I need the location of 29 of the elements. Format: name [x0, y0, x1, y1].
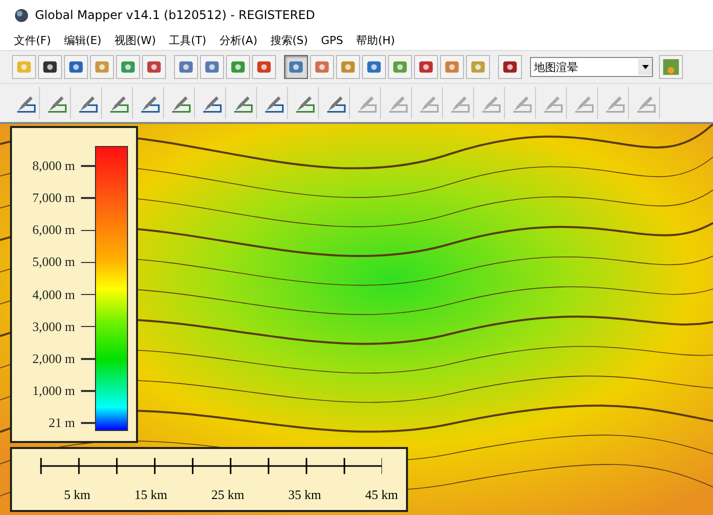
menu-item[interactable]: 编辑(E) [64, 32, 102, 48]
menu-item[interactable]: 工具(T) [168, 32, 206, 48]
toolbar-button[interactable] [64, 55, 88, 79]
menu-item[interactable]: 视图(W) [114, 32, 156, 48]
dropdown[interactable]: 地图渲晕 [530, 57, 653, 77]
menu-item[interactable]: 搜索(S) [270, 32, 308, 48]
legend-label: 3,000 m [32, 318, 75, 335]
legend-label: 8,000 m [32, 158, 75, 174]
menu-item[interactable]: 帮助(H) [356, 32, 395, 48]
scale-label: 25 km [211, 487, 244, 503]
scale-label: 45 km [365, 487, 398, 503]
legend-label: 4,000 m [32, 286, 75, 302]
legend-label: 2,000 m [32, 350, 75, 367]
legend-label: 6,000 m [32, 222, 75, 238]
scale-label: 15 km [134, 487, 168, 503]
scale-label: 5 km [64, 487, 90, 503]
toolbar-button[interactable] [414, 55, 438, 79]
legend-label: 7,000 m [32, 190, 75, 206]
legend-label: 21 m [48, 415, 75, 431]
caret-icon [642, 64, 648, 70]
scale-label: 35 km [288, 487, 322, 503]
window-title: Global Mapper v14.1 (b120512) - REGISTERED [35, 8, 315, 22]
menu-item[interactable]: GPS [320, 34, 344, 46]
legend-label: 5,000 m [32, 254, 75, 270]
toolbar-button[interactable] [38, 55, 62, 79]
menu-item[interactable]: 文件(F) [14, 32, 51, 48]
legend-label: 1,000 m [32, 382, 75, 399]
menu-item[interactable]: 分析(A) [219, 32, 258, 48]
toolbar-button[interactable] [498, 55, 522, 79]
